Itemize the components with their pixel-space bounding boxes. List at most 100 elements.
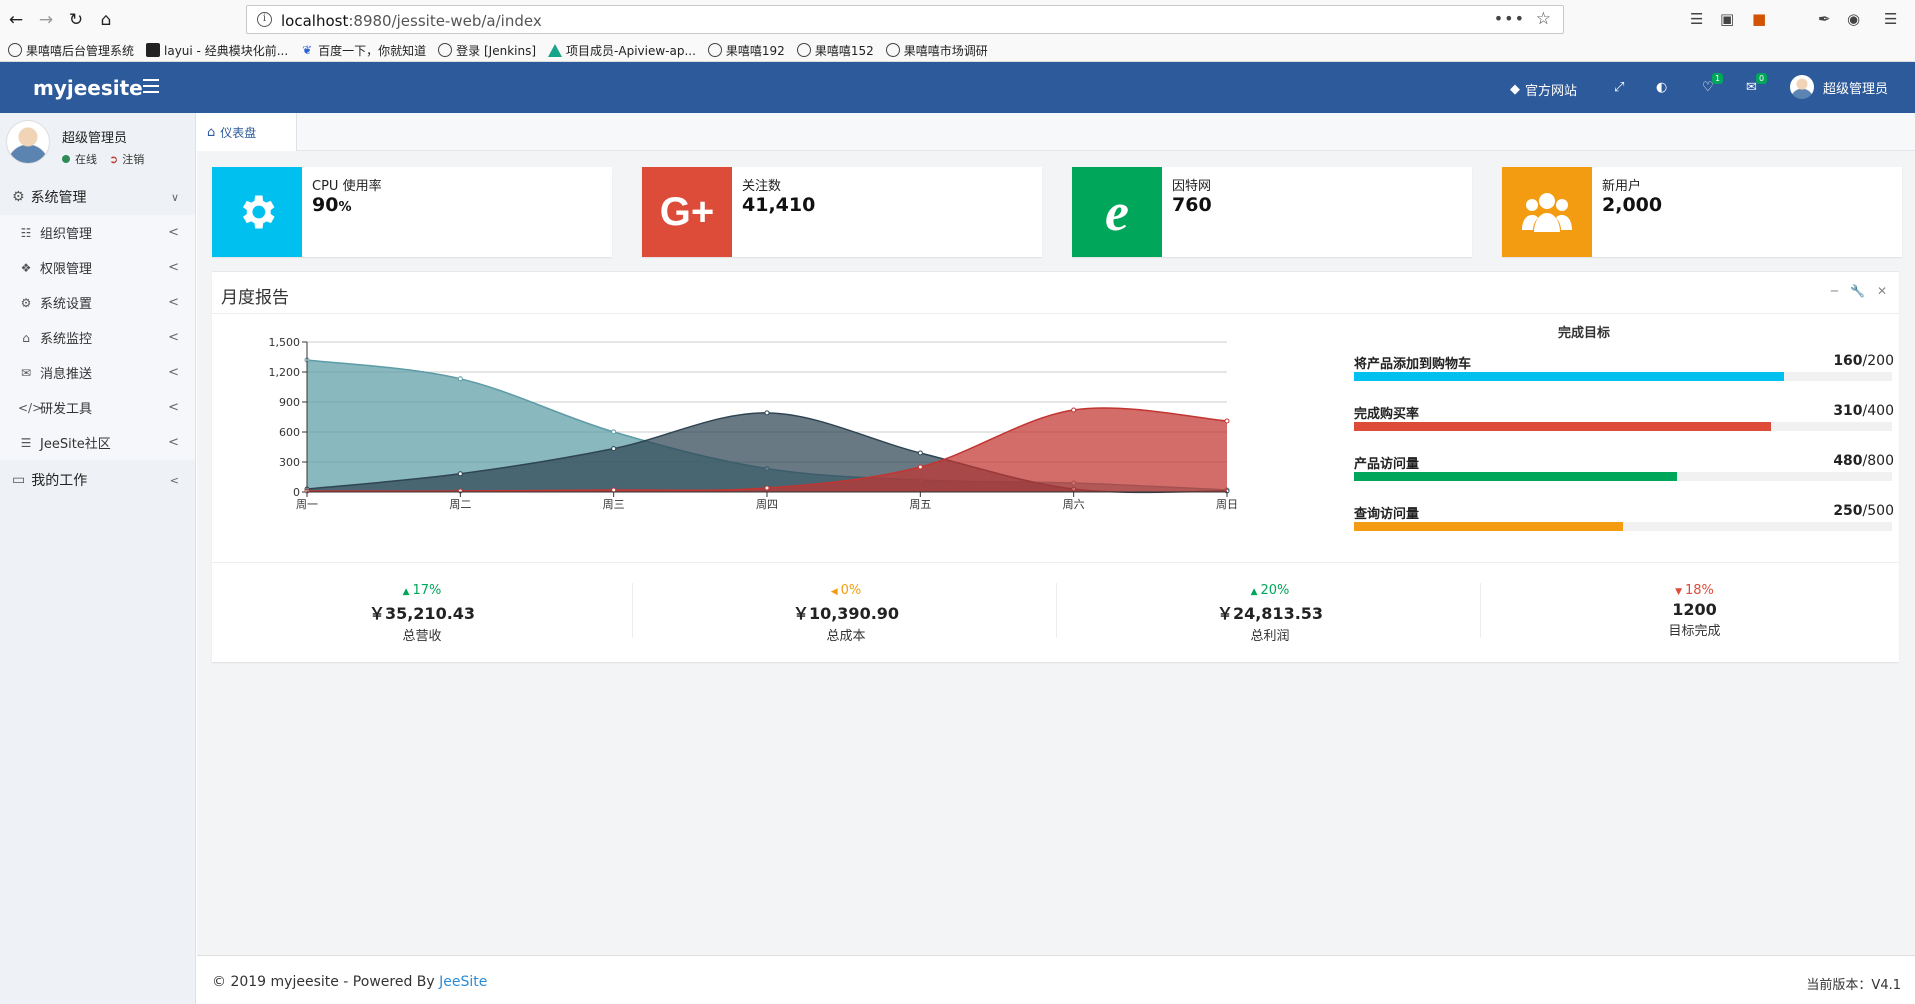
baidu-paw-icon: ❦: [302, 43, 313, 57]
sidebar-item[interactable]: ☰ JeeSite社区 <: [0, 425, 195, 460]
jeesite-link[interactable]: JeeSite: [439, 974, 487, 990]
url-text[interactable]: localhost:8980/jessite-web/a/index: [281, 12, 542, 30]
y-tick-label: 600: [279, 426, 300, 439]
account-icon[interactable]: ◉: [1847, 10, 1860, 28]
forward-icon[interactable]: →: [34, 8, 58, 32]
stat-amount: ￥35,210.43: [368, 604, 476, 623]
user-menu[interactable]: 超级管理员: [1790, 75, 1888, 99]
sidebar-toggle-icon[interactable]: ▣: [1720, 10, 1734, 28]
data-point[interactable]: [917, 450, 923, 456]
progress-track: [1354, 422, 1892, 431]
message-icon: ✉: [20, 365, 32, 380]
data-point[interactable]: [1224, 418, 1230, 424]
sidebar-item[interactable]: ✉ 消息推送 <: [0, 355, 195, 390]
sidebar: 超级管理员 在线 ➲ 注销 ⚙ 系统管理 ∨ ☷ 组织管理 < ❖ 权限管理 < ⚙ 系统设置…: [0, 113, 196, 1004]
bookmark-item[interactable]: ❦ 百度一下，你就知道: [300, 42, 426, 59]
stat-block: ▲ 17% ￥35,210.43 总营收: [212, 583, 633, 644]
goals-section: 完成目标 将产品添加到购物车 160/200 完成购买率 310/400 产品访问量 48…: [1354, 322, 1894, 553]
data-point[interactable]: [457, 471, 463, 477]
info-box-value: 2,000: [1602, 194, 1663, 216]
back-icon[interactable]: ←: [4, 8, 28, 32]
official-site-link[interactable]: ◆ 官方网站: [1510, 80, 1577, 99]
panel-header: 月度报告 ─ 🔧 ✕: [212, 272, 1899, 314]
home-icon[interactable]: ⌂: [94, 8, 118, 32]
chevron-left-icon: <: [168, 400, 179, 415]
bookmark-star-icon[interactable]: ☆: [1536, 9, 1551, 29]
globe-icon: [8, 43, 22, 57]
gear-icon: ⚙: [20, 295, 32, 310]
sidebar-toggle-button[interactable]: [143, 79, 159, 93]
menu-group-mywork[interactable]: ▭ 我的工作 <: [0, 462, 195, 498]
menu-group-system[interactable]: ⚙ 系统管理 ∨: [0, 179, 195, 215]
mail-icon[interactable]: ✉ 0: [1746, 73, 1768, 95]
data-point[interactable]: [457, 376, 463, 382]
layui-icon: [146, 43, 161, 57]
bookmark-item[interactable]: 果嘻嘻后台管理系统: [8, 42, 134, 59]
stat-percent: ▼ 18%: [1675, 583, 1714, 598]
data-point[interactable]: [611, 429, 617, 435]
data-point[interactable]: [1071, 407, 1077, 413]
info-icon[interactable]: i: [257, 12, 272, 27]
goal-label: 查询访问量: [1354, 507, 1420, 522]
menu-submenu: ☷ 组织管理 < ❖ 权限管理 < ⚙ 系统设置 < ⌂ 系统监控 < ✉ 消息推送 < </> 研发工具 < ☰ J…: [0, 215, 195, 460]
bookmark-item[interactable]: 果嘻嘻152: [796, 42, 874, 59]
panel-tools: ─ 🔧 ✕: [1831, 284, 1887, 298]
bookmark-item[interactable]: 果嘻嘻192: [707, 42, 785, 59]
minimize-icon[interactable]: ─: [1831, 284, 1838, 298]
bookmark-item[interactable]: 果嘻嘻市场调研: [885, 42, 988, 59]
page-actions-icon[interactable]: •••: [1494, 9, 1525, 28]
mail-badge: 0: [1756, 73, 1768, 84]
data-point[interactable]: [764, 410, 770, 416]
fullscreen-icon[interactable]: ⤢: [1614, 80, 1624, 95]
progress-fill: [1354, 472, 1677, 481]
data-point[interactable]: [611, 487, 617, 493]
bookmark-item[interactable]: layui - 经典模块化前...: [146, 42, 288, 59]
logout-link[interactable]: 注销: [122, 151, 144, 167]
extension-icon[interactable]: ■: [1752, 10, 1766, 28]
info-box: 新用户 2,000: [1502, 167, 1902, 257]
menu-icon[interactable]: ☰: [1884, 10, 1897, 28]
sidebar-item[interactable]: ❖ 权限管理 <: [0, 250, 195, 285]
data-point[interactable]: [917, 464, 923, 470]
sidebar-item[interactable]: ⚙ 系统设置 <: [0, 285, 195, 320]
eyedropper-icon[interactable]: ✒: [1818, 10, 1831, 28]
bookmark-item[interactable]: 项目成员-Apiview-ap...: [548, 42, 696, 59]
data-point[interactable]: [764, 485, 770, 491]
goal-value: 160/200: [1833, 353, 1894, 369]
goal-label: 将产品添加到购物车: [1354, 357, 1472, 372]
google-plus-icon: G+: [642, 167, 732, 257]
stat-label: 总营收: [402, 629, 442, 644]
chevron-down-icon: ∨: [170, 190, 179, 204]
globe-icon: [885, 43, 900, 57]
logout-icon[interactable]: ➲: [109, 153, 118, 166]
notification-icon[interactable]: ♡ 1: [1702, 73, 1724, 95]
app-logo[interactable]: myjeesite: [33, 76, 143, 100]
trend-arrow-icon: ▲: [1250, 587, 1258, 597]
dashboard-icon[interactable]: ◐: [1656, 80, 1667, 95]
sidebar-item[interactable]: ⌂ 系统监控 <: [0, 320, 195, 355]
goal-value: 250/500: [1833, 503, 1894, 519]
library-icon[interactable]: ☰: [1690, 10, 1703, 28]
sidebar-user-name: 超级管理员: [62, 131, 128, 146]
tab-dashboard[interactable]: ⌂ 仪表盘: [197, 113, 297, 151]
grid-icon: ☷: [20, 225, 32, 240]
goal-progress: 产品访问量 480/800: [1354, 453, 1894, 503]
sidebar-item[interactable]: </> 研发工具 <: [0, 390, 195, 425]
x-tick-label: 周六: [1063, 498, 1085, 511]
bookmark-item[interactable]: 登录 [Jenkins]: [438, 42, 536, 59]
code-icon: </>: [18, 400, 43, 415]
info-box-label: CPU 使用率: [312, 179, 382, 194]
wrench-icon[interactable]: 🔧: [1850, 284, 1865, 298]
address-bar[interactable]: i localhost:8980/jessite-web/a/index •••…: [246, 5, 1564, 34]
stat-label: 总利润: [1250, 629, 1290, 644]
page-footer: © 2019 myjeesite - Powered By JeeSite 当前…: [197, 955, 1915, 1004]
goal-progress: 查询访问量 250/500: [1354, 503, 1894, 553]
goal-label: 产品访问量: [1354, 457, 1420, 472]
trend-arrow-icon: ◀: [830, 587, 838, 597]
sidebar-item[interactable]: ☷ 组织管理 <: [0, 215, 195, 250]
close-icon[interactable]: ✕: [1877, 284, 1887, 298]
data-point[interactable]: [611, 446, 617, 452]
stat-block: ▼ 18% 1200 目标完成: [1484, 583, 1905, 639]
chevron-left-icon: <: [168, 260, 179, 275]
reload-icon[interactable]: ↻: [64, 8, 88, 32]
